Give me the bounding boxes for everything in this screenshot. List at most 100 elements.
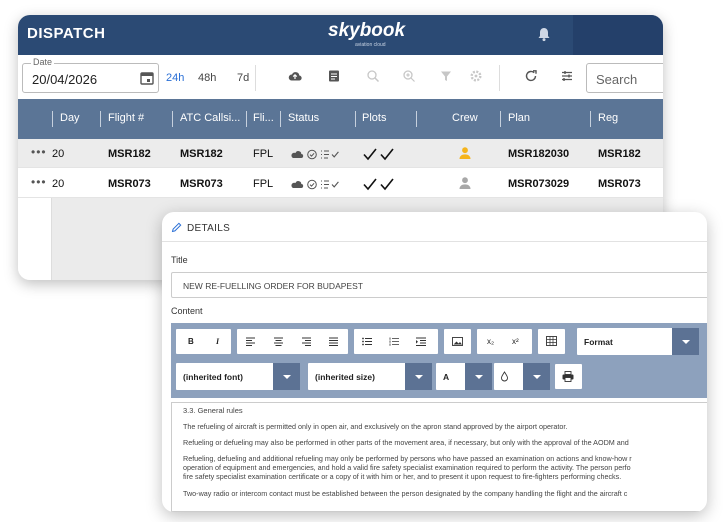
cell-day: 20 <box>52 148 65 160</box>
date-label: Date <box>31 57 55 67</box>
details-window: DETAILS Title NEW RE-FUELLING ORDER FOR … <box>162 212 707 512</box>
column-divider <box>100 111 101 127</box>
chevron-down-icon[interactable] <box>273 363 300 390</box>
title-input[interactable]: NEW RE-FUELLING ORDER FOR BUDAPEST <box>171 272 707 298</box>
range-48h-button[interactable]: 48h <box>198 72 216 84</box>
cell-atc: MSR073 <box>180 178 223 190</box>
column-status[interactable]: Status <box>288 112 319 124</box>
status-icons <box>291 179 339 190</box>
column-plan[interactable]: Plan <box>508 112 530 124</box>
top-bar: DISPATCH skybook aviation cloud <box>18 15 663 55</box>
font-dropdown[interactable]: (inherited font) <box>176 363 300 390</box>
note-icon[interactable] <box>327 69 341 83</box>
chevron-down-icon[interactable] <box>405 363 432 390</box>
column-divider <box>500 111 501 127</box>
zoom-in-icon[interactable] <box>402 69 416 83</box>
row-menu-button[interactable]: ••• <box>31 175 47 189</box>
app-title: DISPATCH <box>27 25 106 42</box>
table-row[interactable]: ••• 20 MSR182 MSR182 FPL MSR182030 MSR18… <box>18 139 663 168</box>
content-paragraph: The refueling of aircraft is permitted o… <box>183 422 568 431</box>
table-header: Day Flight # ATC Callsi... Fli... Status… <box>18 99 663 139</box>
align-left-icon[interactable] <box>246 337 255 346</box>
list-group <box>354 329 438 354</box>
calendar-icon[interactable] <box>140 71 154 85</box>
range-7d-button[interactable]: 7d <box>237 72 249 84</box>
background-color-dropdown[interactable] <box>494 363 550 390</box>
date-field[interactable]: Date 20/04/2026 <box>22 57 159 93</box>
divider <box>499 65 500 91</box>
image-button[interactable] <box>444 329 471 354</box>
print-button[interactable] <box>555 364 582 389</box>
person-icon[interactable] <box>458 176 472 190</box>
text-style-group: B I <box>176 329 231 354</box>
plots-checkmarks <box>363 178 394 191</box>
chevron-down-icon[interactable] <box>672 328 699 355</box>
bold-button[interactable]: B <box>188 337 194 346</box>
table-button[interactable] <box>538 329 565 354</box>
font-dropdown-value: (inherited font) <box>183 372 243 382</box>
format-dropdown[interactable]: Format <box>577 328 699 355</box>
size-dropdown[interactable]: (inherited size) <box>308 363 432 390</box>
table-row[interactable]: ••• 20 MSR073 MSR073 FPL MSR073029 MSR07… <box>18 169 663 198</box>
cell-reg: MSR073 <box>598 178 641 190</box>
column-reg[interactable]: Reg <box>598 112 618 124</box>
column-crew[interactable]: Crew <box>452 112 478 124</box>
drop-icon <box>501 371 508 382</box>
content-paragraph: fire safety specialist examination certi… <box>183 472 622 481</box>
row-menu-button[interactable]: ••• <box>31 145 47 159</box>
zoom-out-icon[interactable] <box>366 69 380 83</box>
person-icon[interactable] <box>458 146 472 160</box>
pencil-icon <box>171 222 182 233</box>
cell-atc: MSR182 <box>180 148 223 160</box>
content-paragraph: Two-way radio or intercom contact must b… <box>183 489 628 498</box>
cloud-upload-icon[interactable] <box>288 69 302 83</box>
filter-icon[interactable] <box>439 69 453 83</box>
indent-icon[interactable] <box>416 337 426 346</box>
content-paragraph: Refueling or defueling may also be perfo… <box>183 438 629 447</box>
refresh-icon[interactable] <box>524 69 538 83</box>
row-menu-column <box>18 198 52 280</box>
column-plots[interactable]: Plots <box>362 112 386 124</box>
cell-type: FPL <box>253 148 274 160</box>
column-flight-type[interactable]: Fli... <box>253 112 274 124</box>
content-editor[interactable]: 3.3. General rules The refueling of airc… <box>171 402 707 512</box>
table-icon <box>546 336 557 346</box>
print-icon <box>562 371 574 382</box>
plots-checkmarks <box>363 148 394 161</box>
size-dropdown-value: (inherited size) <box>315 372 375 382</box>
chevron-down-icon[interactable] <box>523 363 550 390</box>
status-icons <box>291 149 339 160</box>
cell-day: 20 <box>52 178 65 190</box>
text-color-dropdown[interactable]: A <box>436 363 492 390</box>
column-divider <box>590 111 591 127</box>
align-center-icon[interactable] <box>274 337 283 346</box>
user-panel[interactable] <box>573 15 663 55</box>
bullet-list-icon[interactable] <box>362 337 372 346</box>
column-day[interactable]: Day <box>60 112 80 124</box>
column-atc-callsign[interactable]: ATC Callsi... <box>180 112 240 124</box>
italic-button[interactable]: I <box>216 337 219 346</box>
details-header: DETAILS <box>162 212 707 242</box>
cell-flight: MSR073 <box>108 178 151 190</box>
column-flight[interactable]: Flight # <box>108 112 144 124</box>
superscript-button[interactable]: x² <box>512 337 519 346</box>
numbered-list-icon[interactable] <box>389 337 399 346</box>
align-justify-icon[interactable] <box>329 337 338 346</box>
toolbar: Date 20/04/2026 24h 48h 7d Search <box>18 55 663 99</box>
cell-reg: MSR182 <box>598 148 641 160</box>
editor-toolbar: B I x₂ x² Format (inherited font) (inher… <box>171 323 707 398</box>
subscript-button[interactable]: x₂ <box>487 337 494 346</box>
chevron-down-icon[interactable] <box>465 363 492 390</box>
image-icon <box>452 337 463 346</box>
cell-plan: MSR073029 <box>508 178 570 190</box>
script-group: x₂ x² <box>477 329 532 354</box>
search-input[interactable]: Search <box>586 63 663 93</box>
range-24h-button[interactable]: 24h <box>166 72 184 84</box>
column-divider <box>416 111 417 127</box>
gear-icon[interactable] <box>469 69 483 83</box>
bell-icon[interactable] <box>536 26 552 42</box>
content-heading: 3.3. General rules <box>183 406 243 415</box>
settings-sliders-icon[interactable] <box>560 69 574 83</box>
column-divider <box>280 111 281 127</box>
align-right-icon[interactable] <box>302 337 311 346</box>
